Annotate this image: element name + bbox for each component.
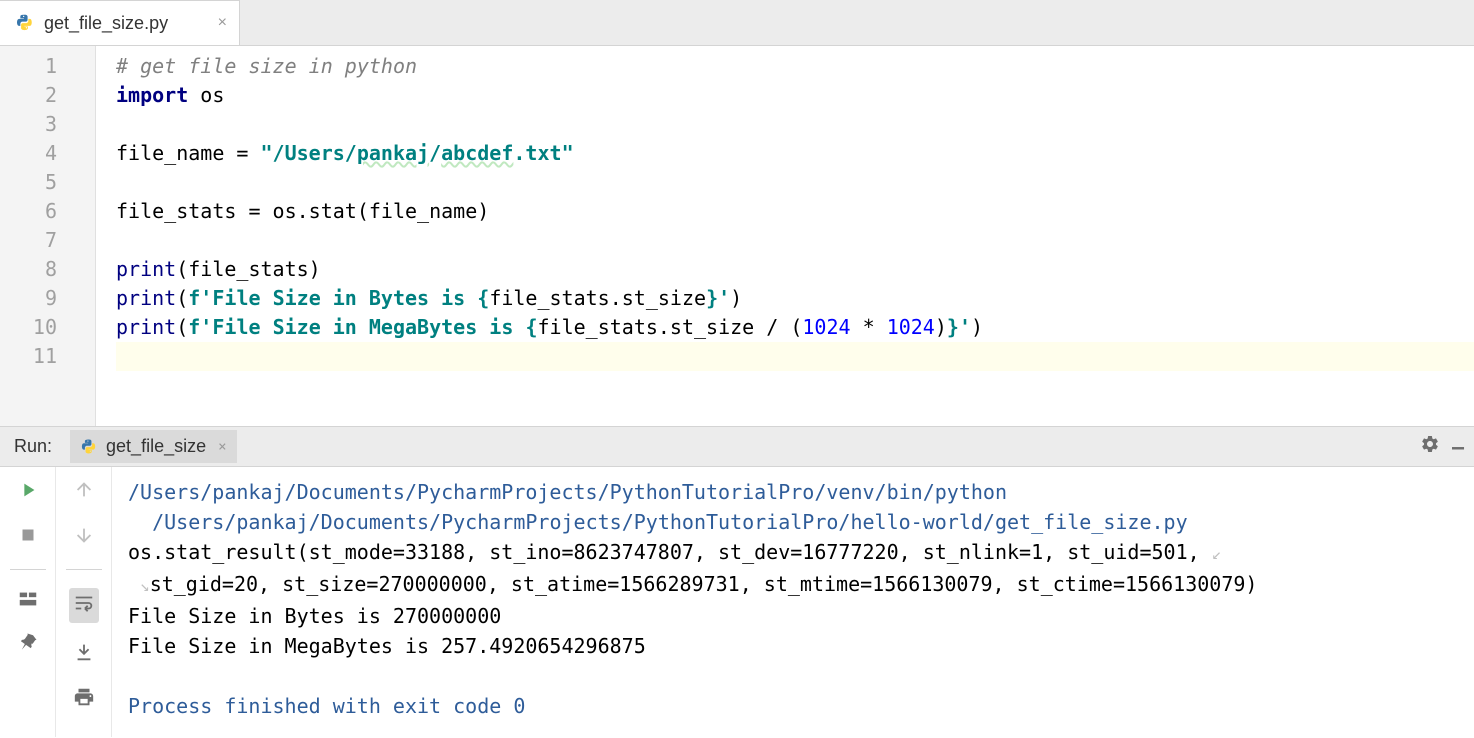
code-builtin: print (116, 315, 176, 339)
tab-filename: get_file_size.py (44, 13, 168, 34)
code-brace: } (947, 315, 959, 339)
code-builtin: print (116, 286, 176, 310)
stop-button[interactable] (17, 524, 39, 551)
code-text: file_stats.st_size / ( (537, 315, 802, 339)
python-file-icon (16, 13, 36, 33)
layout-icon[interactable] (17, 588, 39, 615)
code-string: File Size in MegaBytes is (212, 315, 525, 339)
console-line: File Size in MegaBytes is 257.4920654296… (128, 634, 646, 658)
run-toolbar-primary (0, 467, 56, 737)
console-line: st_gid=20, st_size=270000000, st_atime=1… (150, 572, 1258, 596)
line-number: 10 (0, 313, 95, 342)
console-output[interactable]: /Users/pankaj/Documents/PycharmProjects/… (112, 467, 1474, 737)
print-icon[interactable] (73, 686, 95, 713)
gear-icon[interactable] (1420, 434, 1440, 459)
separator (10, 569, 46, 570)
line-number: 5 (0, 168, 95, 197)
code-builtin: print (116, 257, 176, 281)
code-text: ) (730, 286, 742, 310)
code-text: ) (971, 315, 983, 339)
code-string: .txt (513, 141, 561, 165)
code-text: file_name = (116, 141, 261, 165)
run-config-tab[interactable]: get_file_size × (70, 430, 237, 463)
code-string: " (562, 141, 574, 165)
code-editor[interactable]: 1 2 3 4 5 6 7 8 9 10 11 # get file size … (0, 46, 1474, 426)
minimize-icon[interactable]: — (1452, 435, 1464, 459)
code-string: ' (718, 286, 730, 310)
code-brace: { (477, 286, 489, 310)
code-text: * (851, 315, 887, 339)
run-header: Run: get_file_size × — (0, 427, 1474, 467)
code-string: /Users/ (273, 141, 357, 165)
code-string: " (261, 141, 273, 165)
code-string: / (429, 141, 441, 165)
code-string: abcdef (441, 141, 513, 165)
code-content[interactable]: # get file size in python import os file… (96, 46, 1474, 426)
code-keyword: import (116, 83, 188, 107)
editor-tab[interactable]: get_file_size.py × (0, 0, 240, 45)
line-number: 1 (0, 52, 95, 81)
run-toolbar-nav (56, 467, 112, 737)
code-brace: { (525, 315, 537, 339)
code-number: 1024 (887, 315, 935, 339)
separator (66, 569, 102, 570)
code-text: (file_stats) (176, 257, 321, 281)
run-body: /Users/pankaj/Documents/PycharmProjects/… (0, 467, 1474, 737)
wrap-indicator-icon: ↙ (1212, 544, 1222, 563)
code-fstring: f' (188, 286, 212, 310)
console-line: File Size in Bytes is 270000000 (128, 604, 501, 628)
code-text: file_stats.st_size (489, 286, 706, 310)
line-number: 4 (0, 139, 95, 168)
line-number: 11 (0, 342, 95, 371)
arrow-up-icon[interactable] (73, 479, 95, 506)
code-text: os (188, 83, 224, 107)
code-string: File Size in Bytes is (212, 286, 477, 310)
wrap-indicator-icon: ↘ (140, 576, 150, 595)
code-string: pankaj (357, 141, 429, 165)
line-number: 8 (0, 255, 95, 284)
console-path: /Users/pankaj/Documents/PycharmProjects/… (152, 510, 1188, 534)
pin-icon[interactable] (17, 633, 39, 660)
console-line: os.stat_result(st_mode=33188, st_ino=862… (128, 540, 1212, 564)
console-exit-line: Process finished with exit code 0 (128, 694, 525, 718)
arrow-down-icon[interactable] (73, 524, 95, 551)
line-number: 6 (0, 197, 95, 226)
code-text: ) (935, 315, 947, 339)
close-icon[interactable]: × (208, 14, 227, 32)
code-text: ( (176, 286, 188, 310)
code-fstring: f' (188, 315, 212, 339)
code-number: 1024 (802, 315, 850, 339)
line-number-gutter: 1 2 3 4 5 6 7 8 9 10 11 (0, 46, 96, 426)
close-icon[interactable]: × (218, 439, 226, 455)
run-button[interactable] (17, 479, 39, 506)
code-comment: # get file size in python (116, 54, 417, 78)
console-path: /Users/pankaj/Documents/PycharmProjects/… (128, 480, 1019, 504)
code-text: ( (176, 315, 188, 339)
line-number: 3 (0, 110, 95, 139)
python-icon (80, 437, 100, 457)
line-number: 7 (0, 226, 95, 255)
scroll-to-end-icon[interactable] (73, 641, 95, 668)
run-tab-name: get_file_size (106, 436, 206, 457)
line-number: 9 (0, 284, 95, 313)
editor-tab-bar: get_file_size.py × (0, 0, 1474, 46)
soft-wrap-icon[interactable] (69, 588, 99, 623)
run-label: Run: (14, 436, 52, 457)
code-brace: } (706, 286, 718, 310)
code-string: ' (959, 315, 971, 339)
run-tool-window: Run: get_file_size × — (0, 426, 1474, 737)
line-number: 2 (0, 81, 95, 110)
code-text: file_stats = os.stat(file_name) (116, 199, 489, 223)
